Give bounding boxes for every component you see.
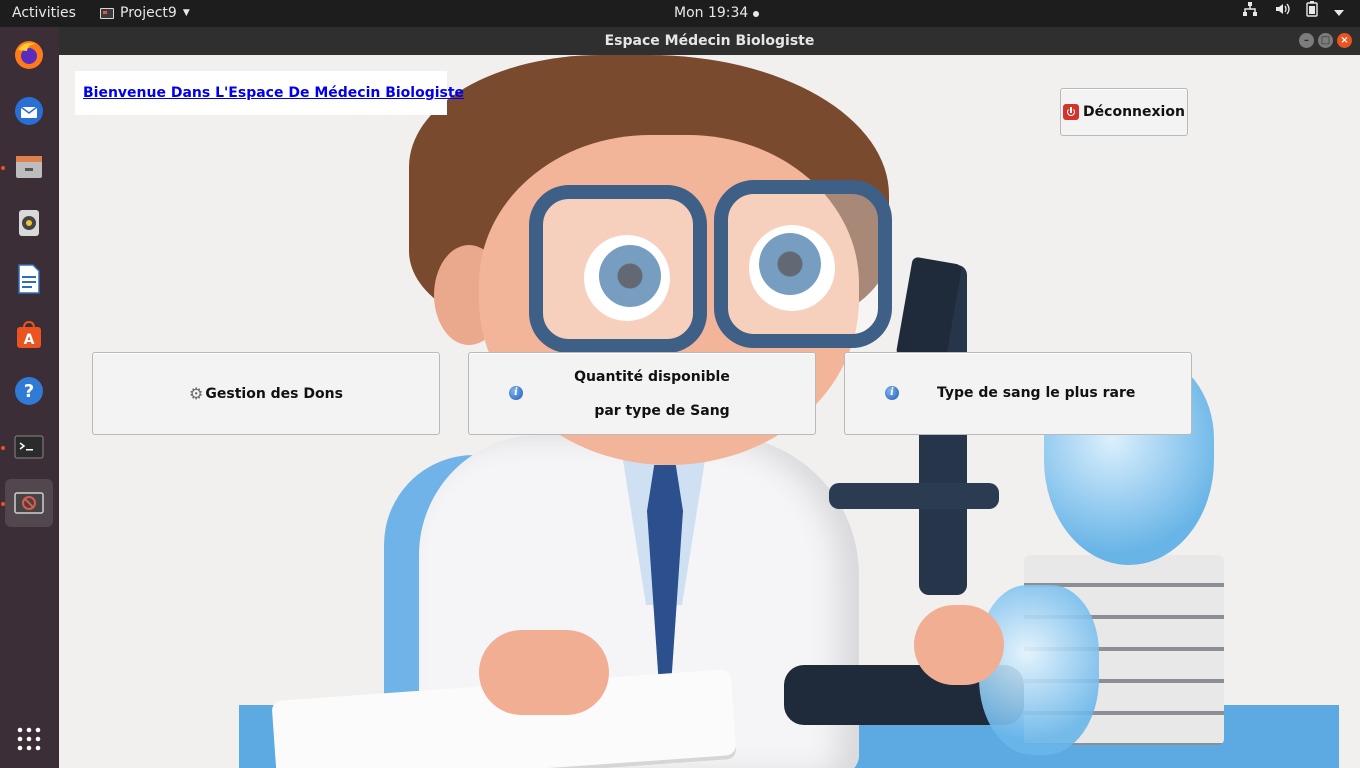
window-title: Espace Médecin Biologiste (604, 33, 815, 49)
dock-item-help[interactable]: ? (5, 367, 53, 415)
gestion-dons-label: Gestion des Dons (205, 385, 343, 402)
logout-button[interactable]: Déconnexion (1060, 88, 1188, 136)
info-icon: i (885, 386, 899, 400)
app-menu-label: Project9 (120, 5, 177, 21)
microscope-stage (829, 483, 999, 509)
dock-item-writer[interactable] (5, 255, 53, 303)
terminal-icon (14, 435, 44, 459)
small-flask-shape (979, 585, 1099, 755)
activities-button[interactable]: Activities (12, 0, 76, 27)
svg-text:?: ? (24, 381, 34, 402)
type-sang-rare-button[interactable]: i Type de sang le plus rare (844, 352, 1192, 435)
power-icon (1063, 104, 1080, 120)
notification-dot-icon (753, 10, 760, 17)
dock-item-show-apps[interactable] (5, 715, 53, 763)
files-icon (16, 156, 42, 178)
dock-item-rhythmbox[interactable] (5, 199, 53, 247)
firefox-icon (15, 41, 43, 69)
network-icon[interactable] (1242, 0, 1258, 27)
dock-item-java-app[interactable] (5, 479, 53, 527)
glasses-left-lens (529, 185, 707, 353)
clock-label: Mon 19:34 (674, 5, 749, 21)
quantite-label-line1: Quantité disponible (574, 369, 730, 385)
window-titlebar[interactable]: Espace Médecin Biologiste – □ × (59, 27, 1360, 55)
writer-icon (18, 264, 40, 294)
glasses-right-lens (714, 180, 892, 348)
gestion-dons-button[interactable]: ⚙ Gestion des Dons (92, 352, 440, 435)
gear-icon: ⚙ (189, 384, 204, 403)
system-tray[interactable] (1242, 0, 1344, 27)
logout-label: Déconnexion (1083, 104, 1185, 120)
dock-item-software[interactable]: A (5, 311, 53, 359)
dock-item-terminal[interactable] (5, 423, 53, 471)
app-window-icon (100, 8, 114, 19)
dock-item-firefox[interactable] (5, 31, 53, 79)
java-app-icon (14, 492, 44, 514)
show-apps-icon (17, 727, 41, 751)
app-menu[interactable]: Project9 ▼ (100, 0, 190, 27)
top-bar: Activities Project9 ▼ Mon 19:34 (0, 0, 1360, 27)
left-hand-shape (479, 630, 609, 715)
rhythmbox-icon (19, 210, 39, 236)
type-sang-rare-label: Type de sang le plus rare (937, 385, 1136, 401)
quantite-label-line2: par type de Sang (594, 403, 730, 419)
info-icon: i (509, 386, 523, 400)
window-controls: – □ × (1299, 33, 1352, 48)
battery-icon[interactable] (1306, 0, 1318, 27)
clock[interactable]: Mon 19:34 (674, 0, 760, 27)
help-icon: ? (15, 377, 43, 405)
close-button[interactable]: × (1337, 33, 1352, 48)
maximize-button[interactable]: □ (1318, 33, 1333, 48)
welcome-link[interactable]: Bienvenue Dans L'Espace De Médecin Biolo… (83, 85, 464, 101)
window-content: Bienvenue Dans L'Espace De Médecin Biolo… (59, 55, 1360, 768)
dock: A ? (0, 27, 59, 768)
software-icon: A (17, 320, 41, 348)
minimize-button[interactable]: – (1299, 33, 1314, 48)
system-menu-icon[interactable] (1334, 0, 1344, 27)
quantite-disponible-button[interactable]: i Quantité disponible par type de Sang (468, 352, 816, 435)
thunderbird-icon (15, 97, 43, 125)
dock-item-thunderbird[interactable] (5, 87, 53, 135)
right-hand-shape (914, 605, 1004, 685)
volume-icon[interactable] (1274, 0, 1290, 27)
chevron-down-icon: ▼ (182, 8, 190, 18)
dock-item-files[interactable] (5, 143, 53, 191)
svg-text:A: A (24, 332, 35, 348)
